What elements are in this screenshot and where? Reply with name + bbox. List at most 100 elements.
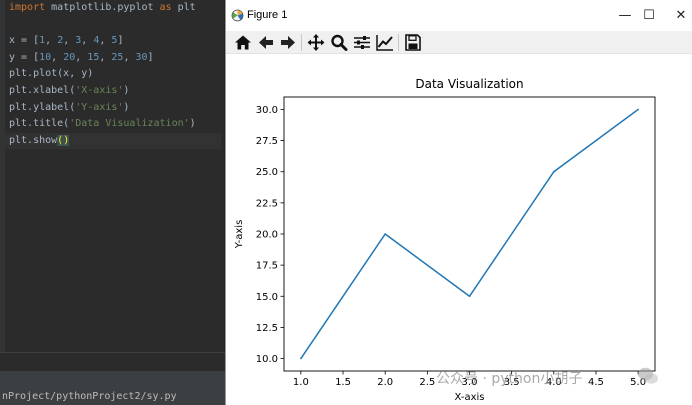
code-token: 30 bbox=[135, 51, 148, 63]
y-tick-label: 17.5 bbox=[256, 261, 278, 272]
configure-subplots-icon bbox=[354, 36, 370, 49]
code-token: 'X-axis' bbox=[75, 84, 124, 96]
code-token: , bbox=[51, 51, 64, 63]
code-token: plt.show bbox=[9, 134, 58, 146]
home-icon bbox=[235, 35, 251, 50]
code-line[interactable]: x = [1, 2, 3, 4, 5] bbox=[9, 33, 221, 50]
x-tick-label: 2.0 bbox=[377, 377, 393, 388]
y-axis-label: Y-axis bbox=[234, 220, 245, 250]
chart-title: Data Visualization bbox=[415, 77, 523, 91]
x-tick-label: 2.5 bbox=[419, 377, 435, 388]
figure-window: Figure 1 — ☐ ✕ 1.0 1.5 2.0 2.5 3.0 3.5 4… bbox=[225, 0, 692, 405]
window-title: Figure 1 bbox=[247, 9, 288, 21]
data-point bbox=[468, 295, 471, 298]
back-button[interactable] bbox=[256, 33, 276, 52]
code-token: ) bbox=[123, 101, 130, 113]
editor-bottom-area bbox=[0, 352, 225, 371]
watermark-text: 公众号 · python小胡子 bbox=[436, 371, 583, 387]
edit-axis-button[interactable] bbox=[375, 33, 395, 52]
y-tick-label: 20.0 bbox=[256, 230, 278, 241]
data-point bbox=[553, 170, 555, 173]
pan-icon bbox=[307, 34, 325, 51]
matplotlib-app-icon bbox=[231, 9, 244, 22]
code-line[interactable]: plt.show() bbox=[5, 132, 221, 150]
code-token: 10 bbox=[39, 51, 52, 63]
code-token: 25 bbox=[111, 51, 124, 63]
navigation-toolbar bbox=[226, 31, 692, 54]
x-axis-label: X-axis bbox=[455, 392, 485, 403]
data-point bbox=[384, 233, 386, 235]
code-token: y = [ bbox=[9, 51, 40, 63]
code-token: as bbox=[159, 2, 178, 13]
code-token: , bbox=[63, 35, 76, 47]
back-arrow-icon bbox=[259, 36, 273, 49]
line-chart: 1.0 1.5 2.0 2.5 3.0 3.5 4.0 4.5 5.010.012.515.01… bbox=[234, 77, 656, 403]
code-line[interactable]: plt.xlabel('X-axis') bbox=[9, 83, 221, 100]
y-tick-label: 10.0 bbox=[256, 354, 278, 365]
edit-axis-icon bbox=[376, 35, 393, 51]
code-token: , bbox=[99, 51, 112, 63]
code-line[interactable]: plt.ylabel('Y-axis') bbox=[9, 100, 221, 117]
home-button[interactable] bbox=[233, 33, 253, 52]
x-tick-label: 4.5 bbox=[588, 377, 604, 388]
code-token: plt.title( bbox=[9, 118, 70, 130]
y-tick-label: 25.0 bbox=[256, 167, 278, 178]
save-icon bbox=[405, 34, 421, 51]
code-line[interactable]: plt.plot(x, y) bbox=[9, 66, 221, 83]
toolbar-separator bbox=[301, 34, 302, 51]
y-tick-label: 15.0 bbox=[256, 292, 278, 303]
code-token: 'Y-axis' bbox=[75, 101, 124, 113]
data-point bbox=[637, 108, 639, 111]
zoom-button[interactable] bbox=[329, 33, 349, 52]
code-content[interactable]: import matplotlib.pyplot as plt x = [1, … bbox=[5, 0, 221, 150]
code-token: plt.plot(x, y) bbox=[9, 68, 94, 80]
close-button[interactable]: ✕ bbox=[658, 0, 692, 31]
code-token: 15 bbox=[87, 51, 100, 63]
configure-subplots-button[interactable] bbox=[352, 33, 372, 52]
maximize-icon: ☐ bbox=[643, 8, 655, 23]
code-line[interactable]: y = [10, 20, 15, 25, 30] bbox=[9, 50, 221, 67]
window-titlebar[interactable]: Figure 1 — ☐ ✕ bbox=[226, 0, 692, 31]
plot-canvas[interactable]: 1.0 1.5 2.0 2.5 3.0 3.5 4.0 4.5 5.0 10.0 12.5 15.0 1… bbox=[226, 54, 692, 405]
y-tick-label: 22.5 bbox=[256, 198, 278, 209]
code-token: , bbox=[75, 51, 88, 63]
code-token: , bbox=[99, 35, 112, 47]
editor-gutter bbox=[0, 0, 5, 352]
toolbar-separator bbox=[398, 34, 399, 51]
zoom-icon bbox=[331, 34, 348, 51]
code-token: 'Data Visualization' bbox=[69, 118, 190, 130]
save-button[interactable] bbox=[403, 33, 423, 52]
code-token: matplotlib.pyplot bbox=[51, 2, 160, 13]
pan-button[interactable] bbox=[306, 33, 326, 52]
code-editor[interactable]: import matplotlib.pyplot as plt x = [1, … bbox=[0, 0, 225, 352]
close-icon: ✕ bbox=[675, 8, 687, 23]
code-token: ) bbox=[123, 84, 130, 96]
code-token: import bbox=[9, 2, 52, 13]
y-tick-label: 12.5 bbox=[256, 323, 278, 334]
code-token: () bbox=[57, 134, 70, 146]
series-line bbox=[300, 108, 639, 359]
code-token: , bbox=[123, 51, 136, 63]
x-tick-label: 1.0 bbox=[293, 377, 309, 388]
x-tick-label: 1.5 bbox=[335, 377, 351, 388]
code-line[interactable]: plt.title('Data Visualization') bbox=[9, 116, 221, 133]
code-token: 20 bbox=[63, 51, 76, 63]
wechat-logo-watermark bbox=[638, 367, 658, 384]
code-token: plt.xlabel( bbox=[9, 84, 76, 96]
code-token: ] bbox=[117, 35, 124, 47]
code-token: plt.ylabel( bbox=[9, 101, 76, 113]
data-point bbox=[300, 357, 302, 360]
status-file-path: nProject/pythonProject2/sy.py bbox=[0, 389, 225, 405]
forward-arrow-icon bbox=[281, 36, 295, 49]
code-token: x = [ bbox=[9, 35, 40, 47]
code-token: plt bbox=[177, 2, 196, 13]
ide-tool-window-strip bbox=[0, 371, 225, 389]
forward-button[interactable] bbox=[278, 33, 298, 52]
code-line[interactable] bbox=[9, 17, 221, 34]
code-line[interactable]: import matplotlib.pyplot as plt bbox=[9, 0, 221, 17]
code-token: ) bbox=[189, 118, 196, 130]
code-token: , bbox=[45, 35, 58, 47]
code-token: , bbox=[81, 35, 94, 47]
y-tick-label: 27.5 bbox=[256, 136, 278, 147]
y-tick-label: 30.0 bbox=[256, 105, 278, 116]
